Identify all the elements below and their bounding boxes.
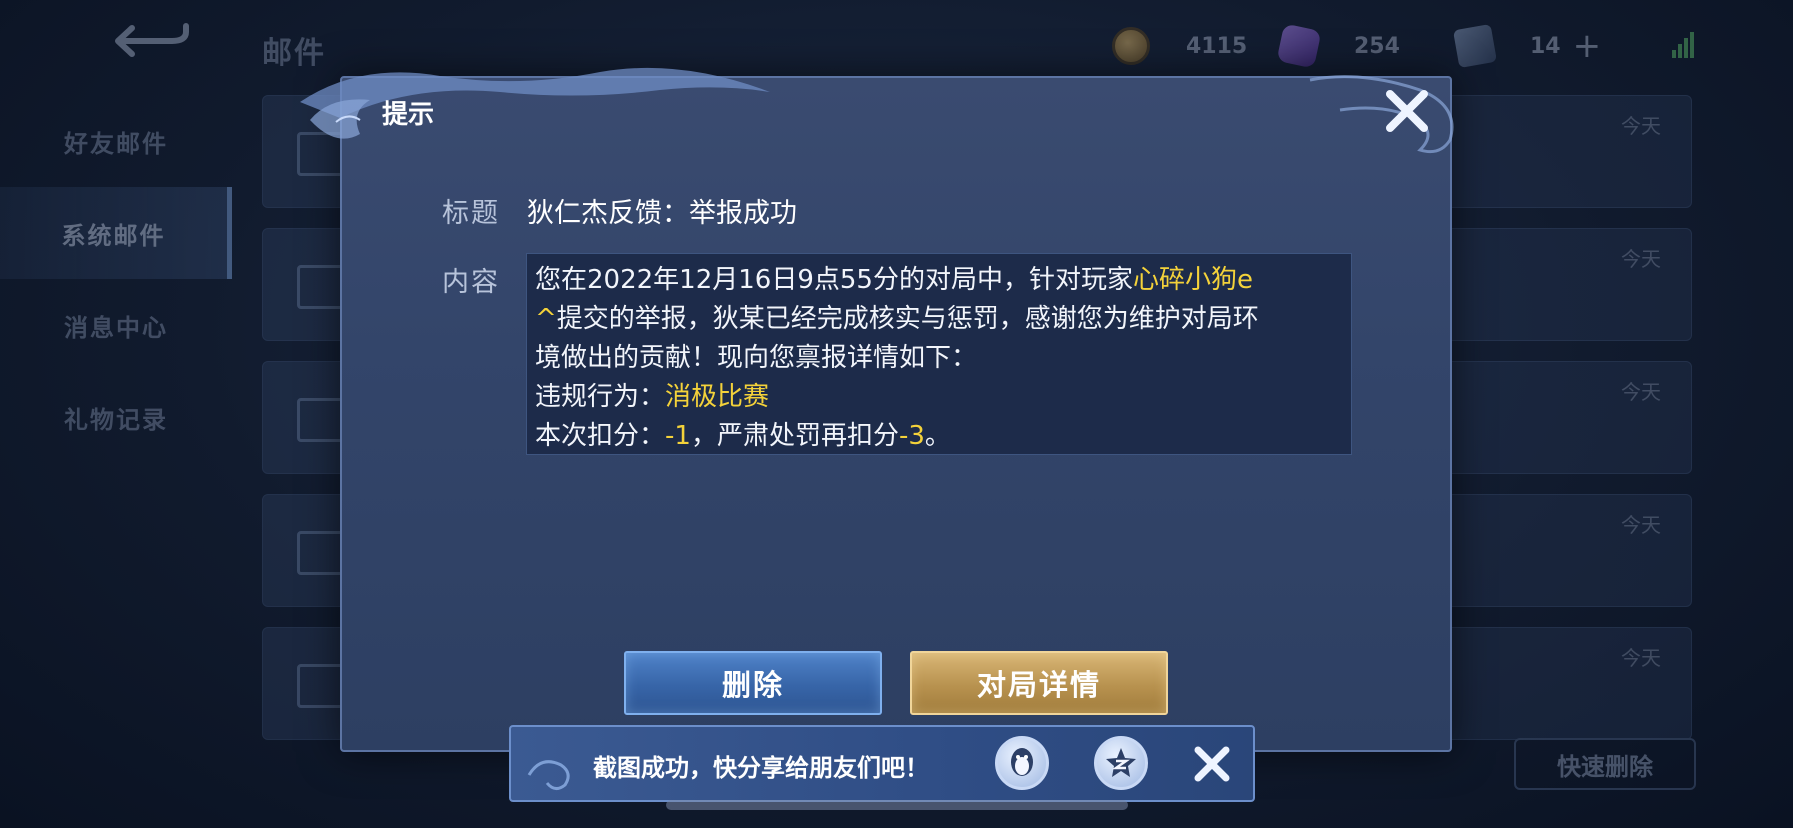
penalty-text: ，严肃处罚再扣分 xyxy=(690,421,899,451)
page-title: 邮件 xyxy=(262,36,326,71)
match-details-button[interactable]: 对局详情 xyxy=(910,651,1168,715)
dialog-title: 提示 xyxy=(382,100,435,130)
add-coupon-icon[interactable]: + xyxy=(1573,29,1602,63)
diamond-gem-icon xyxy=(1276,23,1322,69)
quick-delete-button[interactable]: 快速删除 xyxy=(1514,738,1696,790)
share-qzone-button[interactable] xyxy=(1094,736,1148,790)
delete-button[interactable]: 删除 xyxy=(624,651,882,715)
sidebar-item-system-mail[interactable]: 系统邮件 xyxy=(0,187,232,279)
gold-currency: 4115 xyxy=(1112,24,1247,68)
close-icon xyxy=(1194,746,1230,782)
gem-amount: 254 xyxy=(1354,33,1400,59)
close-dialog-button[interactable] xyxy=(1380,84,1434,138)
penalty-score: -1 xyxy=(665,421,691,451)
coupon-amount: 14 xyxy=(1530,33,1561,59)
close-toast-button[interactable] xyxy=(1190,742,1234,786)
sidebar-item-friend-mail[interactable]: 好友邮件 xyxy=(0,95,232,187)
coupon-icon xyxy=(1452,23,1498,69)
reported-player-name-tail: ^ xyxy=(535,304,557,334)
mail-date: 今天 xyxy=(1621,114,1661,138)
gold-coin-icon xyxy=(1112,27,1150,65)
qq-penguin-icon xyxy=(1011,748,1033,776)
home-indicator[interactable] xyxy=(666,800,1128,810)
share-qq-button[interactable] xyxy=(995,736,1049,790)
subject-label: 标题 xyxy=(442,198,500,229)
mail-date: 今天 xyxy=(1621,380,1661,404)
mail-sidebar: 好友邮件 系统邮件 消息中心 礼物记录 xyxy=(0,95,232,463)
content-label: 内容 xyxy=(442,267,500,298)
mail-subject: 狄仁杰反馈：举报成功 xyxy=(527,198,797,229)
content-text: 您在2022年12月16日9点55分的对局中，针对玩家 xyxy=(535,265,1133,295)
penalty-end: 。 xyxy=(924,421,951,451)
gem-currency: 254 xyxy=(1276,23,1400,69)
mail-date: 今天 xyxy=(1621,247,1661,271)
back-arrow-icon[interactable] xyxy=(112,22,190,60)
reported-player-name: 心碎小狗e xyxy=(1132,265,1253,295)
coupon-currency: 14 + xyxy=(1452,23,1602,69)
gold-amount: 4115 xyxy=(1186,33,1248,59)
sidebar-item-gift-record[interactable]: 礼物记录 xyxy=(0,371,232,463)
toast-message: 截图成功，快分享给朋友们吧！ xyxy=(593,754,929,782)
close-icon xyxy=(1386,90,1428,132)
qzone-star-icon xyxy=(1106,748,1136,777)
penalty-extra-score: -3 xyxy=(898,421,925,451)
content-text: 境做出的贡献！现向您禀报详情如下： xyxy=(535,343,978,373)
sidebar-item-message-center[interactable]: 消息中心 xyxy=(0,279,232,371)
mail-date: 今天 xyxy=(1621,646,1661,670)
content-text: 提交的举报，狄某已经完成核实与惩罚，感谢您为维护对局环 xyxy=(556,304,1259,334)
swirl-ornament-icon xyxy=(527,760,570,790)
penalty-label: 本次扣分： xyxy=(535,421,666,451)
mail-content[interactable]: 您在2022年12月16日9点55分的对局中，针对玩家心碎小狗e ^提交的举报，… xyxy=(526,253,1352,455)
signal-icon xyxy=(1672,30,1694,58)
violation-label: 违规行为： xyxy=(535,382,666,412)
mail-date: 今天 xyxy=(1621,513,1661,537)
violation-value: 消极比赛 xyxy=(665,382,770,412)
